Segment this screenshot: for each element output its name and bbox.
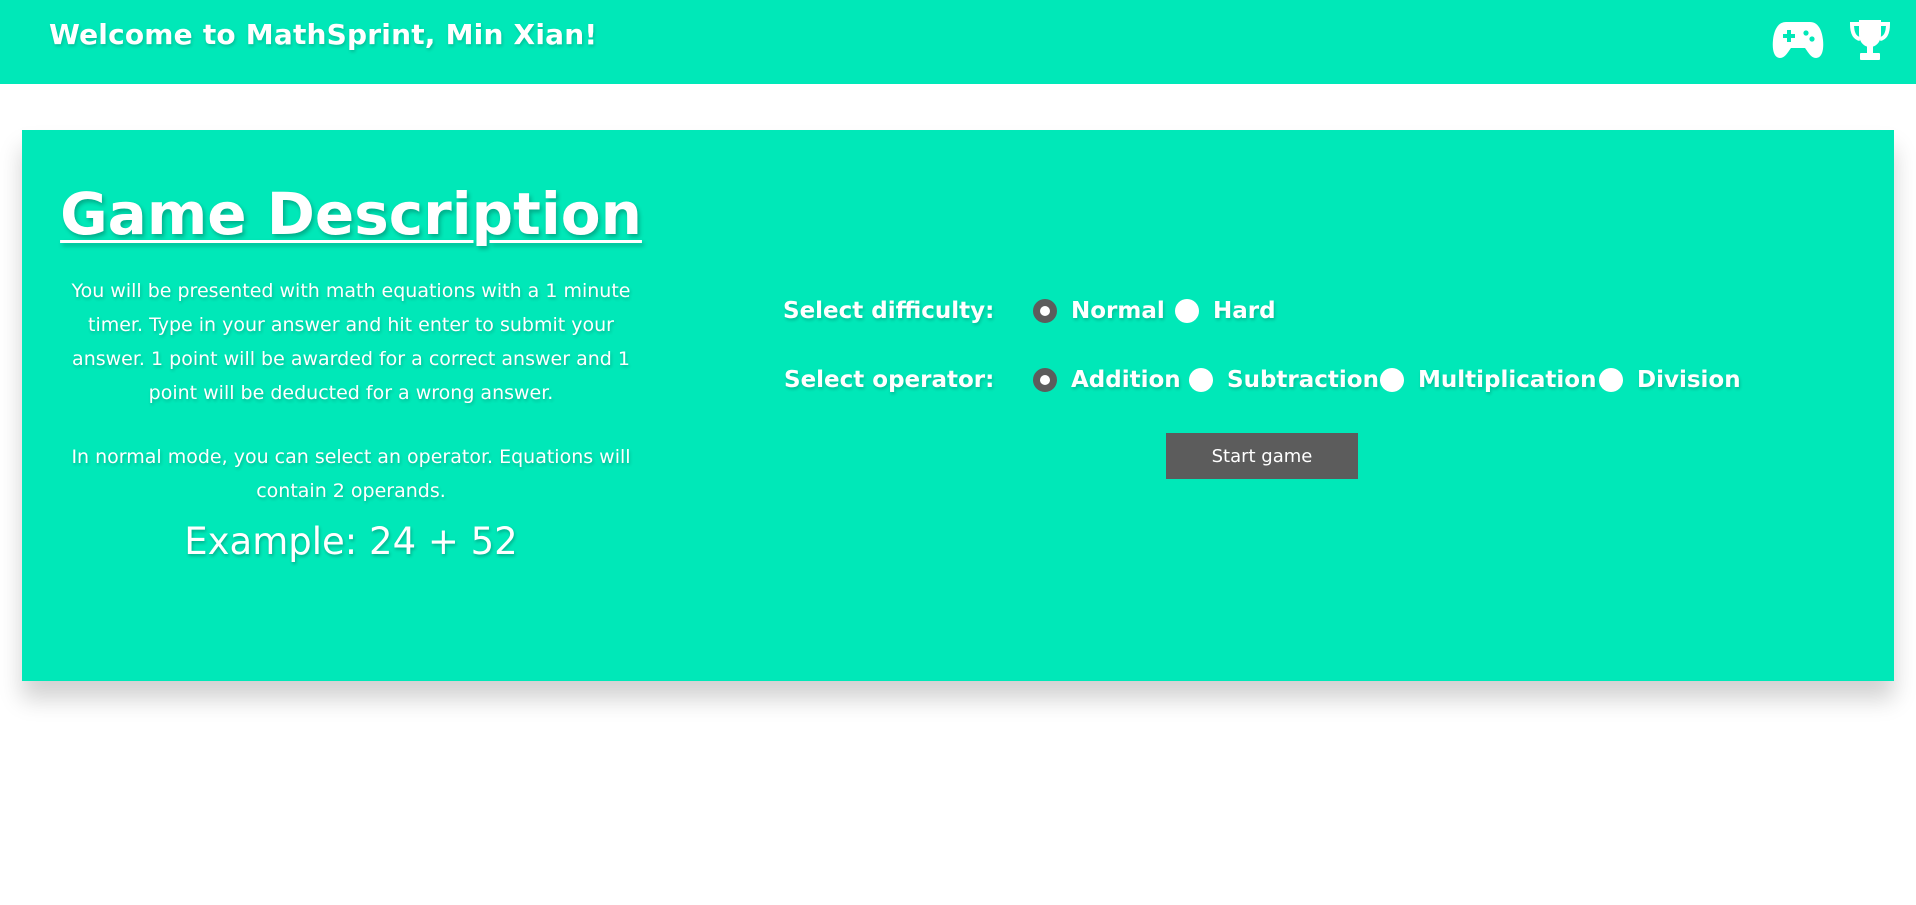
example-equation: Example: 24 + 52	[184, 520, 518, 563]
start-game-button[interactable]: Start game	[1166, 433, 1358, 479]
radio-division[interactable]	[1599, 368, 1623, 392]
trophy-icon[interactable]	[1849, 18, 1891, 66]
difficulty-option-hard[interactable]: Hard	[1175, 298, 1276, 324]
operator-option-addition[interactable]: Addition	[1033, 367, 1181, 393]
operator-option-label: Multiplication	[1418, 367, 1597, 393]
difficulty-option-label: Normal	[1071, 298, 1165, 324]
operator-option-label: Subtraction	[1227, 367, 1379, 393]
operator-option-label: Addition	[1071, 367, 1181, 393]
operator-option-multiplication[interactable]: Multiplication	[1380, 367, 1596, 393]
welcome-message: Welcome to MathSprint, Min Xian!	[49, 18, 598, 51]
gamepad-icon[interactable]	[1772, 18, 1824, 64]
description-title: Game Description	[60, 180, 642, 248]
description-paragraph-normal-mode: In normal mode, you can select an operat…	[71, 446, 631, 502]
operator-label: Select operator:	[784, 367, 995, 393]
difficulty-label: Select difficulty:	[783, 298, 995, 324]
operator-option-division[interactable]: Division	[1599, 367, 1741, 393]
radio-normal[interactable]	[1033, 299, 1057, 323]
top-bar: Welcome to MathSprint, Min Xian!	[0, 0, 1916, 84]
radio-subtraction[interactable]	[1189, 368, 1213, 392]
difficulty-option-label: Hard	[1213, 298, 1276, 324]
radio-addition[interactable]	[1033, 368, 1057, 392]
radio-multiplication[interactable]	[1380, 368, 1404, 392]
operator-option-label: Division	[1637, 367, 1741, 393]
game-panel: Game Description You will be presented w…	[22, 130, 1894, 681]
radio-hard[interactable]	[1175, 299, 1199, 323]
difficulty-option-normal[interactable]: Normal	[1033, 298, 1165, 324]
operator-option-subtraction[interactable]: Subtraction	[1189, 367, 1379, 393]
description-paragraph-rules: You will be presented with math equation…	[71, 280, 631, 404]
